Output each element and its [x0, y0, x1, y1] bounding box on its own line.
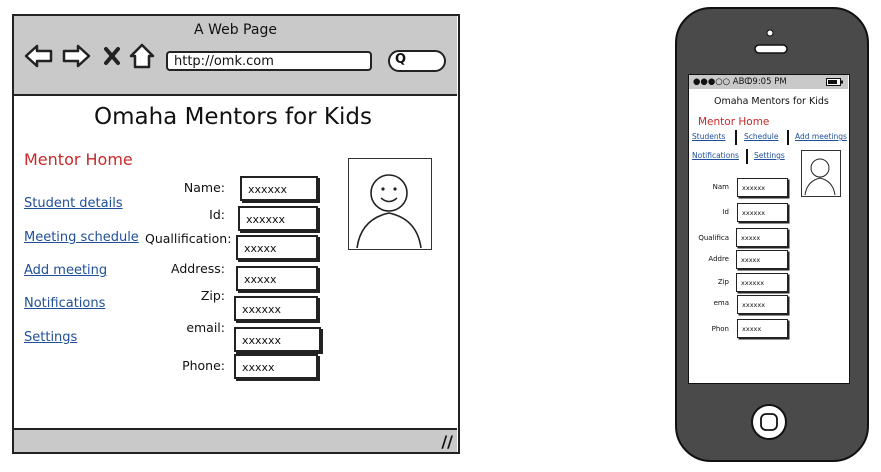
name-label: Name: — [183, 180, 225, 195]
phone-site-title: Omaha Mentors for Kids — [714, 96, 829, 107]
url-bar[interactable]: http://omk.com — [166, 51, 372, 71]
phone-id-label: Id — [722, 208, 729, 216]
phone-link-settings[interactable]: Settings — [754, 151, 785, 160]
resize-handle-icon[interactable]: // — [441, 432, 453, 451]
link-separator — [735, 130, 737, 145]
close-icon[interactable] — [103, 46, 121, 66]
phone-status-bar: ●●●○○ ABC 09:05 PM — [689, 75, 848, 89]
forward-arrow-icon[interactable] — [61, 44, 91, 68]
person-avatar-icon — [804, 158, 836, 196]
name-field[interactable]: xxxxxx — [240, 176, 318, 201]
phone-phone-field[interactable]: xxxxx — [737, 319, 788, 338]
phone-link-add-meetings[interactable]: Add meetings — [795, 132, 847, 141]
clock: 09:05 PM — [747, 77, 787, 87]
qualification-field[interactable]: xxxxx — [236, 235, 318, 260]
site-title: Omaha Mentors for Kids — [94, 104, 372, 130]
phone-zip-field[interactable]: xxxxxx — [736, 273, 788, 292]
profile-photo — [348, 158, 432, 250]
phone-name-label: Nam — [712, 183, 729, 191]
phone-id-field[interactable]: xxxxxx — [737, 203, 788, 222]
nav-link-settings[interactable]: Settings — [24, 330, 77, 345]
browser-status-bar: // — [14, 428, 457, 452]
link-separator — [787, 130, 789, 145]
nav-link-meeting-schedule[interactable]: Meeting schedule — [24, 230, 139, 245]
address-label: Address: — [171, 261, 225, 276]
phone-qualification-label: Qualifica — [698, 234, 729, 242]
nav-link-notifications[interactable]: Notifications — [24, 296, 105, 311]
battery-icon — [826, 78, 843, 86]
phone-link-notifications[interactable]: Notifications — [692, 151, 739, 160]
id-field[interactable]: xxxxxx — [238, 206, 318, 231]
zip-label: Zip: — [200, 288, 225, 303]
browser-toolbar: A Web Page http://omk.com Q — [14, 16, 457, 96]
nav-link-student-details[interactable]: Student details — [24, 196, 123, 211]
search-box[interactable]: Q — [388, 50, 446, 72]
phone-address-field[interactable]: xxxxx — [736, 250, 788, 269]
phone-email-label: ema — [713, 299, 729, 307]
phone-speaker-icon — [754, 29, 788, 54]
email-label: email: — [186, 320, 225, 335]
phone-screen: ●●●○○ ABC 09:05 PM Omaha Mentors for Kid… — [688, 74, 850, 384]
email-field[interactable]: xxxxxx — [234, 327, 321, 352]
person-avatar-icon — [356, 174, 422, 249]
phone-label: Phone: — [182, 358, 225, 373]
browser-window: A Web Page http://omk.com Q Omaha Mentor… — [12, 14, 460, 454]
nav-link-add-meeting[interactable]: Add meeting — [24, 263, 107, 278]
zip-field[interactable]: xxxxxx — [234, 296, 318, 321]
link-separator — [746, 149, 748, 164]
browser-title: A Web Page — [194, 22, 277, 38]
phone-phone-label: Phon — [711, 325, 729, 333]
home-icon[interactable] — [129, 43, 155, 69]
phone-home-button[interactable] — [749, 402, 789, 442]
search-icon: Q — [395, 52, 407, 67]
phone-address-label: Addre — [708, 255, 729, 263]
mentor-home-heading: Mentor Home — [24, 150, 133, 169]
id-label: Id: — [209, 207, 225, 222]
phone-qualification-field[interactable]: xxxxx — [736, 228, 788, 247]
back-arrow-icon[interactable] — [24, 44, 54, 68]
phone-link-schedule[interactable]: Schedule — [744, 132, 778, 141]
phone-link-students[interactable]: Students — [692, 132, 725, 141]
signal-carrier: ●●●○○ ABC — [693, 77, 751, 87]
phone-name-field[interactable]: xxxxxx — [737, 178, 788, 197]
phone-profile-photo — [801, 150, 841, 197]
phone-field[interactable]: xxxxx — [234, 354, 318, 379]
phone-email-field[interactable]: xxxxxx — [737, 295, 788, 314]
qualification-label: Quallification: — [145, 231, 232, 246]
address-field[interactable]: xxxxx — [236, 266, 318, 291]
phone-zip-label: Zip — [717, 278, 729, 286]
phone-mentor-home-heading: Mentor Home — [698, 116, 770, 128]
